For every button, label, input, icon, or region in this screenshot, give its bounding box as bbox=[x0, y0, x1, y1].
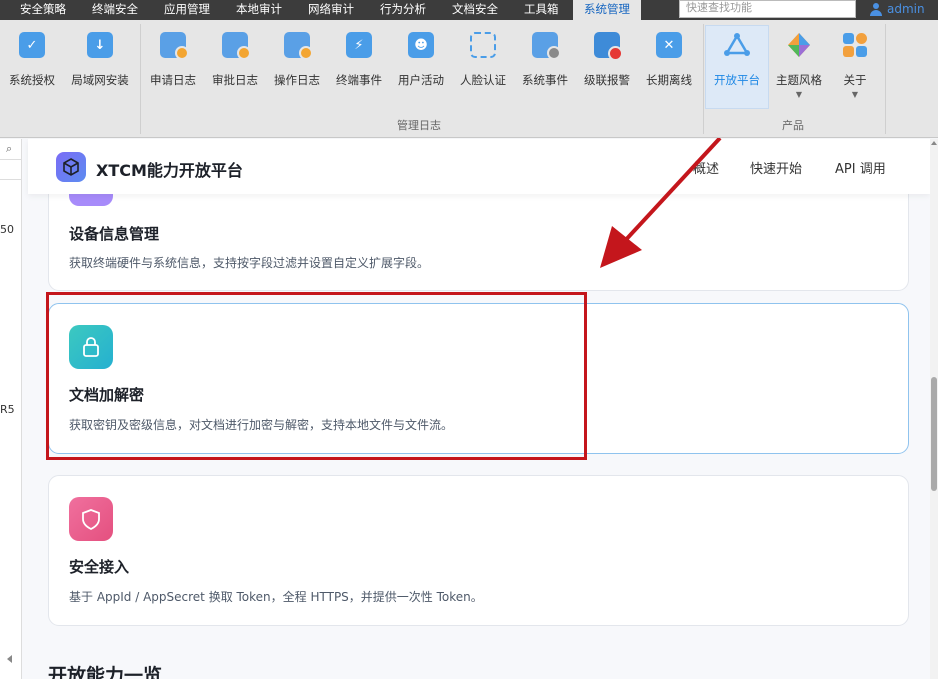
user-card-icon: ☻ bbox=[408, 32, 434, 58]
username: admin bbox=[887, 2, 925, 16]
ribbon-label: 长期离线 bbox=[646, 73, 692, 87]
card-title: 设备信息管理 bbox=[69, 225, 160, 243]
ribbon-label: 终端事件 bbox=[336, 73, 382, 87]
open-platform-icon bbox=[724, 32, 750, 58]
open-platform-page: XTCM能力开放平台 概述 快速开始 API 调用 设备信息管理 获取终端硬件与… bbox=[22, 139, 930, 679]
ribbon-group-label-product: 产品 bbox=[782, 119, 804, 132]
cube-logo-icon bbox=[56, 152, 86, 182]
card-title: 文档加解密 bbox=[69, 386, 145, 404]
face-scan-icon bbox=[470, 32, 496, 58]
top-menu-bar: 安全策略 终端安全 应用管理 本地审计 网络审计 行为分析 文档安全 工具箱 系… bbox=[0, 0, 938, 20]
chevron-down-icon: ▼ bbox=[795, 90, 803, 99]
ribbon-endpoint-event-button[interactable]: ⚡ 终端事件 bbox=[327, 26, 391, 88]
ribbon-label: 关于 bbox=[843, 73, 867, 87]
card-description: 获取终端硬件与系统信息，支持按字段过滤并设置自定义扩展字段。 bbox=[69, 256, 430, 270]
left-pane: ⌕ 50 R5 bbox=[0, 139, 22, 679]
menu-network-audit[interactable]: 网络审计 bbox=[308, 0, 354, 20]
ribbon-open-platform-button[interactable]: 开放平台 bbox=[705, 25, 769, 109]
card-description: 获取密钥及密级信息，对文档进行加密与解密，支持本地文件与文件流。 bbox=[69, 418, 454, 432]
divider bbox=[0, 179, 22, 180]
download-icon: ↓ bbox=[87, 32, 113, 58]
theme-icon bbox=[786, 32, 812, 58]
nav-quickstart-link[interactable]: 快速开始 bbox=[750, 158, 802, 177]
lock-icon bbox=[69, 325, 113, 369]
nav-overview-link[interactable]: 概述 bbox=[693, 158, 719, 177]
menu-toolbox[interactable]: 工具箱 bbox=[524, 0, 559, 20]
menu-behavior-analysis[interactable]: 行为分析 bbox=[380, 0, 426, 20]
ribbon-toolbar: ✓ 系统授权 ↓ 局域网安装 申请日志 审批日志 操作日志 ⚡ 终端事件 ☻ 用… bbox=[0, 20, 938, 138]
scroll-left-icon[interactable] bbox=[7, 655, 12, 663]
shield-outline-icon bbox=[69, 497, 113, 541]
menu-document-security[interactable]: 文档安全 bbox=[452, 0, 498, 20]
ribbon-group-label-management-log: 管理日志 bbox=[397, 119, 441, 132]
cascade-alarm-icon bbox=[594, 32, 623, 61]
ribbon-label: 审批日志 bbox=[212, 73, 258, 87]
operation-log-icon bbox=[284, 32, 313, 60]
menu-security-policy[interactable]: 安全策略 bbox=[20, 0, 66, 20]
card-description: 基于 AppId / AppSecret 换取 Token，全程 HTTPS，并… bbox=[69, 590, 483, 604]
search-icon[interactable]: ⌕ bbox=[6, 142, 12, 156]
approval-log-icon bbox=[222, 32, 251, 60]
shield-icon: ✓ bbox=[19, 32, 45, 58]
ribbon-label: 级联报警 bbox=[584, 73, 630, 87]
ribbon-separator bbox=[703, 24, 704, 134]
ribbon-label: 用户活动 bbox=[398, 73, 444, 87]
ribbon-label: 主题风格 bbox=[776, 73, 822, 87]
scroll-up-icon[interactable] bbox=[931, 141, 937, 145]
user-menu[interactable]: admin bbox=[870, 0, 925, 18]
ribbon-separator bbox=[885, 24, 886, 134]
ribbon-system-event-button[interactable]: 系统事件 bbox=[513, 26, 577, 88]
ribbon-operation-log-button[interactable]: 操作日志 bbox=[265, 26, 329, 88]
system-event-icon bbox=[532, 32, 561, 60]
lightning-icon: ⚡ bbox=[346, 32, 372, 58]
menu-local-audit[interactable]: 本地审计 bbox=[236, 0, 282, 20]
ribbon-user-activity-button[interactable]: ☻ 用户活动 bbox=[389, 26, 453, 88]
brand-title: XTCM能力开放平台 bbox=[96, 161, 243, 180]
ribbon-label: 局域网安装 bbox=[71, 73, 129, 87]
ribbon-approval-log-button[interactable]: 审批日志 bbox=[203, 26, 267, 88]
platform-navbar: XTCM能力开放平台 概述 快速开始 API 调用 bbox=[28, 139, 930, 194]
ribbon-label: 系统事件 bbox=[522, 73, 568, 87]
ribbon-label: 人脸认证 bbox=[460, 73, 506, 87]
scrollbar-thumb[interactable] bbox=[931, 377, 937, 491]
quick-search-input[interactable]: 快速查找功能 bbox=[679, 0, 856, 18]
user-icon bbox=[870, 2, 882, 16]
ribbon-label: 开放平台 bbox=[714, 73, 760, 87]
about-icon bbox=[842, 32, 868, 58]
left-pane-value: R5 bbox=[0, 403, 15, 416]
ribbon-face-auth-button[interactable]: 人脸认证 bbox=[451, 26, 515, 88]
ribbon-about-button[interactable]: 关于 ▼ bbox=[823, 26, 887, 99]
card-title: 安全接入 bbox=[69, 558, 130, 576]
ribbon-long-offline-button[interactable]: ✕ 长期离线 bbox=[637, 26, 701, 88]
left-pane-value: 50 bbox=[0, 223, 14, 236]
menu-system-management[interactable]: 系统管理 bbox=[573, 0, 641, 20]
vertical-scrollbar[interactable] bbox=[930, 139, 938, 679]
capability-card-doc-encryption[interactable]: 文档加解密 获取密钥及密级信息，对文档进行加密与解密，支持本地文件与文件流。 bbox=[48, 303, 909, 454]
divider bbox=[0, 159, 22, 160]
ribbon-label: 申请日志 bbox=[150, 73, 196, 87]
chevron-down-icon: ▼ bbox=[851, 90, 859, 99]
menu-endpoint-security[interactable]: 终端安全 bbox=[92, 0, 138, 20]
offline-icon: ✕ bbox=[656, 32, 682, 58]
menu-app-management[interactable]: 应用管理 bbox=[164, 0, 210, 20]
ribbon-label: 操作日志 bbox=[274, 73, 320, 87]
ribbon-theme-button[interactable]: 主题风格 ▼ bbox=[767, 26, 831, 99]
nav-api-link[interactable]: API 调用 bbox=[835, 158, 886, 177]
request-log-icon bbox=[160, 32, 189, 60]
ribbon-label: 系统授权 bbox=[9, 73, 55, 87]
ribbon-system-license-button[interactable]: ✓ 系统授权 bbox=[0, 26, 64, 88]
ribbon-cascade-alarm-button[interactable]: 级联报警 bbox=[575, 26, 639, 88]
ribbon-lan-install-button[interactable]: ↓ 局域网安装 bbox=[68, 26, 132, 88]
capability-card-secure-access[interactable]: 安全接入 基于 AppId / AppSecret 换取 Token，全程 HT… bbox=[48, 475, 909, 626]
section-title: 开放能力一览 bbox=[48, 665, 163, 679]
ribbon-request-log-button[interactable]: 申请日志 bbox=[141, 26, 205, 88]
